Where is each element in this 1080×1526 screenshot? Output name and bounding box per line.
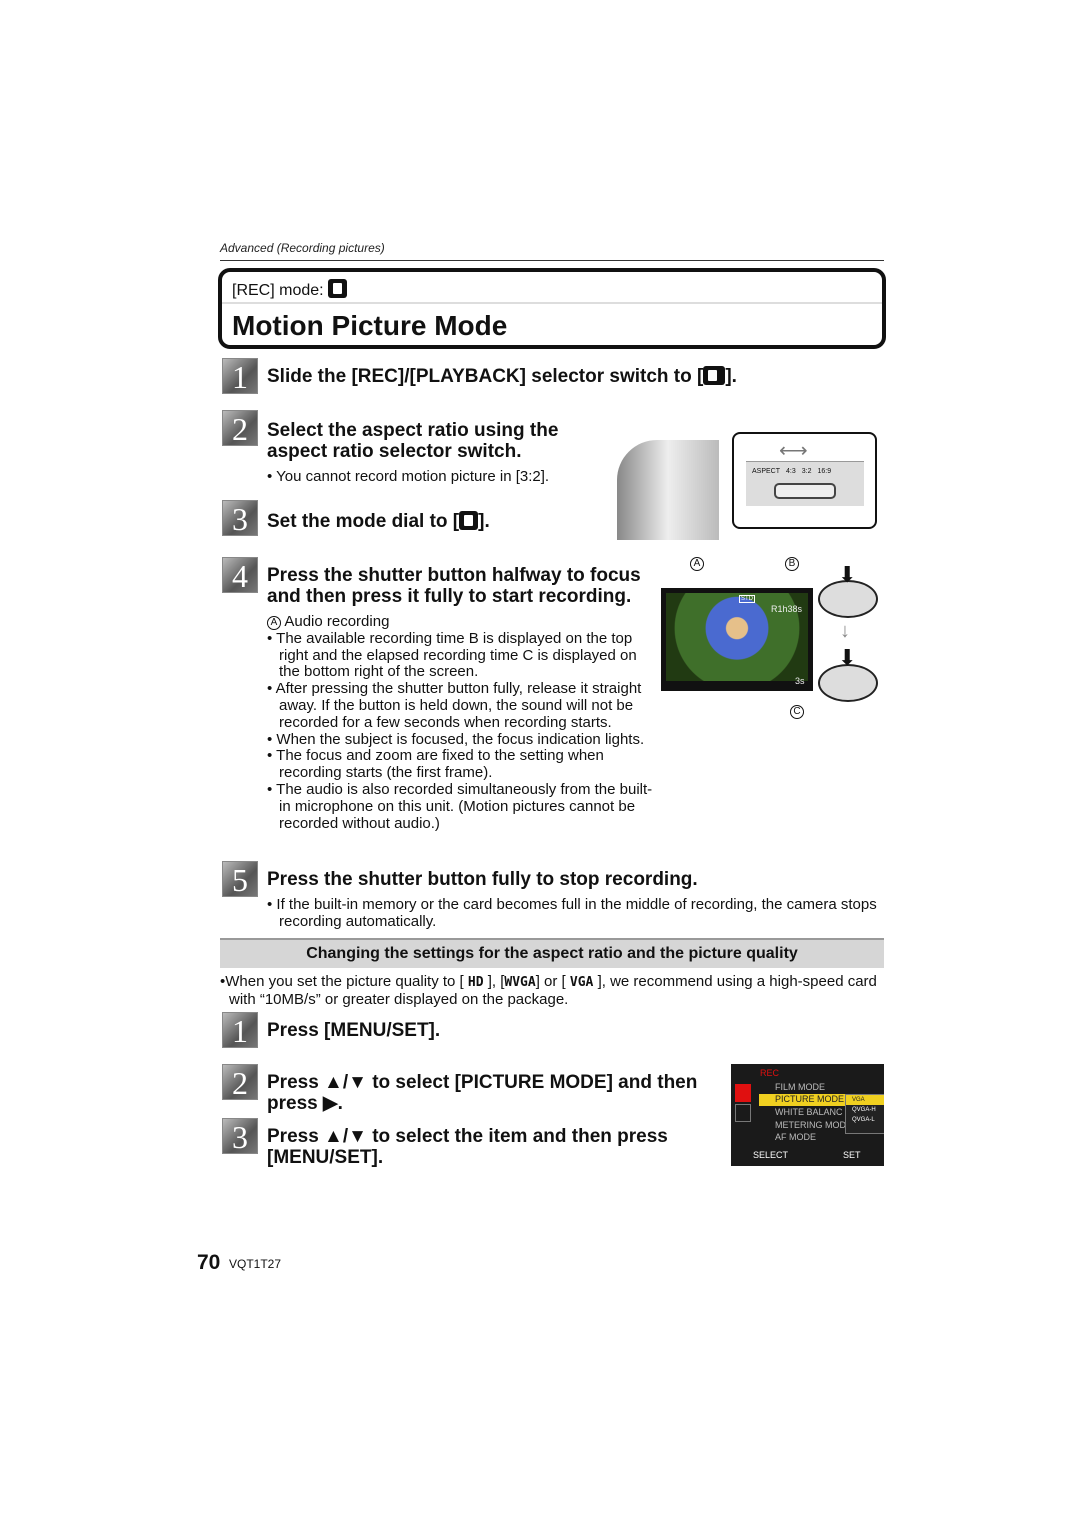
set-hint: SET (843, 1150, 861, 1160)
note: • You cannot record motion picture in [3… (267, 468, 550, 485)
bullet-text: When the subject is focused, the focus i… (276, 730, 645, 748)
section-heading: Changing the settings for the aspect rat… (220, 938, 884, 968)
note-text: You cannot record motion picture in [3:2… (276, 468, 550, 485)
step-text: Slide the [REC]/[PLAYBACK] selector swit… (267, 366, 704, 387)
step-text: ]. (478, 511, 490, 532)
lcd-screen: STD R1h38s 3s (661, 588, 813, 691)
step-text: [MENU/SET]. (267, 1147, 384, 1168)
rec-mode-label: [REC] mode: (232, 282, 324, 299)
page-title: Motion Picture Mode (232, 310, 508, 341)
step-text: Press ▲/▼ to select the item and then pr… (267, 1126, 668, 1147)
step-text: ]. (725, 366, 737, 387)
step-text: press ▶. (267, 1093, 343, 1114)
menu-item-selected: PICTURE MODE (759, 1094, 845, 1106)
select-hint: SELECT (753, 1150, 789, 1160)
step-number: 4 (222, 557, 258, 594)
step-heading: Press the shutter button halfway to focu… (267, 565, 641, 607)
camera-icon (703, 366, 726, 385)
bullet: • The audio is also recorded simultaneou… (267, 780, 653, 832)
menu-item: WHITE BALANC (775, 1107, 843, 1117)
step-number: 3 (222, 500, 258, 537)
step-text: Set the mode dial to [ (267, 511, 460, 532)
menu-item: FILM MODE (775, 1082, 826, 1092)
rec-mode: [REC] mode: (232, 279, 348, 300)
quality-badge: STD (739, 595, 755, 603)
note-text: ], [ (487, 973, 505, 990)
label-a: A Audio recording (267, 613, 659, 631)
bullet: • When the subject is focused, the focus… (267, 730, 645, 748)
arrow-down-icon: ↓ (840, 620, 850, 642)
label-text: Audio recording (284, 613, 390, 630)
menu-item: AF MODE (775, 1132, 817, 1142)
step-text: Press ▲/▼ to select [PICTURE MODE] and t… (267, 1072, 698, 1093)
hd-icon: HD (467, 975, 484, 990)
step-heading: Press the shutter button fully to stop r… (267, 869, 698, 890)
camera-illustration (617, 440, 719, 540)
aspect-switch-closeup: ⟷ ASPECT 4:3 3:2 16:9 (732, 432, 877, 529)
remaining-time: R1h38s (771, 604, 803, 614)
step-heading: Slide the [REC]/[PLAYBACK] selector swit… (267, 366, 737, 387)
step-number: 2 (222, 1064, 258, 1101)
callout-c: C (790, 705, 804, 719)
callout-a: A (267, 616, 281, 630)
step-number: 3 (222, 1118, 258, 1155)
step-number: 5 (222, 861, 258, 898)
step-number: 2 (222, 410, 258, 447)
wvga-icon: WVGA (504, 975, 536, 990)
callout-a: A (690, 557, 704, 571)
menu-screenshot: REC FILM MODE PICTURE MODE WHITE BALANC … (731, 1064, 884, 1166)
step-text: Press the shutter button halfway to focu… (267, 565, 641, 586)
step-4-notes: A Audio recording • The available record… (267, 613, 659, 832)
bullet: • After pressing the shutter button full… (267, 680, 642, 731)
aspect-label: 3:2 (801, 468, 812, 475)
menu-option: VGA (846, 1095, 884, 1105)
step-heading: Press ▲/▼ to select [PICTURE MODE] and t… (267, 1072, 697, 1114)
section-note: •When you set the picture quality to [ H… (220, 973, 877, 1008)
step-number: 1 (222, 1012, 258, 1049)
divider (220, 260, 884, 261)
step-heading: Select the aspect ratio using the aspect … (267, 420, 558, 462)
rec-tab-icon (735, 1084, 751, 1102)
arrow-down-icon: ⬇ (838, 562, 857, 587)
arrow-down-icon: ⬇ (838, 645, 857, 670)
motion-picture-icon (459, 511, 479, 530)
step-text: aspect ratio selector switch. (267, 441, 522, 462)
vga-icon: VGA (569, 975, 594, 990)
arrow-left-right-icon: ⟷ (779, 440, 808, 462)
step-heading: Press ▲/▼ to select the item and then pr… (267, 1126, 668, 1168)
bullet-text: The available recording time B is displa… (276, 629, 637, 681)
aspect-label: ASPECT (752, 468, 781, 475)
divider (222, 302, 882, 304)
step-heading: Press [MENU/SET]. (267, 1020, 441, 1041)
bullet-text: The audio is also recorded simultaneousl… (276, 780, 653, 832)
step-text: and then press it fully to start recordi… (267, 586, 632, 607)
step-number: 1 (222, 358, 258, 395)
menu-option: QVGA-H (852, 1107, 876, 1113)
setup-tab-icon (735, 1104, 751, 1122)
note-text: When you set the picture quality to [ (225, 973, 464, 990)
bullet-text: After pressing the shutter button fully,… (275, 680, 642, 731)
callout-b: B (785, 557, 799, 571)
aspect-label: 16:9 (817, 468, 832, 475)
menu-option: QVGA-L (852, 1117, 875, 1123)
page-number: 70 (197, 1251, 221, 1274)
note-text: ] or [ (535, 973, 566, 990)
menu-item: METERING MOD (775, 1120, 846, 1130)
doc-code: VQT1T27 (229, 1257, 282, 1271)
step-heading: Set the mode dial to []. (267, 511, 490, 532)
aspect-labels: ASPECT 4:3 3:2 16:9 (752, 468, 831, 475)
note-text: If the built-in memory or the card becom… (276, 896, 877, 930)
bullet: • The focus and zoom are fixed to the se… (267, 747, 604, 782)
aspect-label: 4:3 (786, 468, 796, 475)
step-text: Select the aspect ratio using the (267, 420, 559, 441)
breadcrumb: Advanced (Recording pictures) (220, 241, 385, 255)
bullet-text: The focus and zoom are fixed to the sett… (276, 747, 604, 782)
menu-tab-label: REC (760, 1068, 780, 1078)
elapsed-time: 3s (795, 676, 805, 686)
aspect-switch (774, 483, 836, 499)
note: • If the built-in memory or the card bec… (267, 896, 877, 930)
motion-picture-icon (328, 279, 348, 298)
bullet: • The available recording time B is disp… (267, 629, 637, 681)
